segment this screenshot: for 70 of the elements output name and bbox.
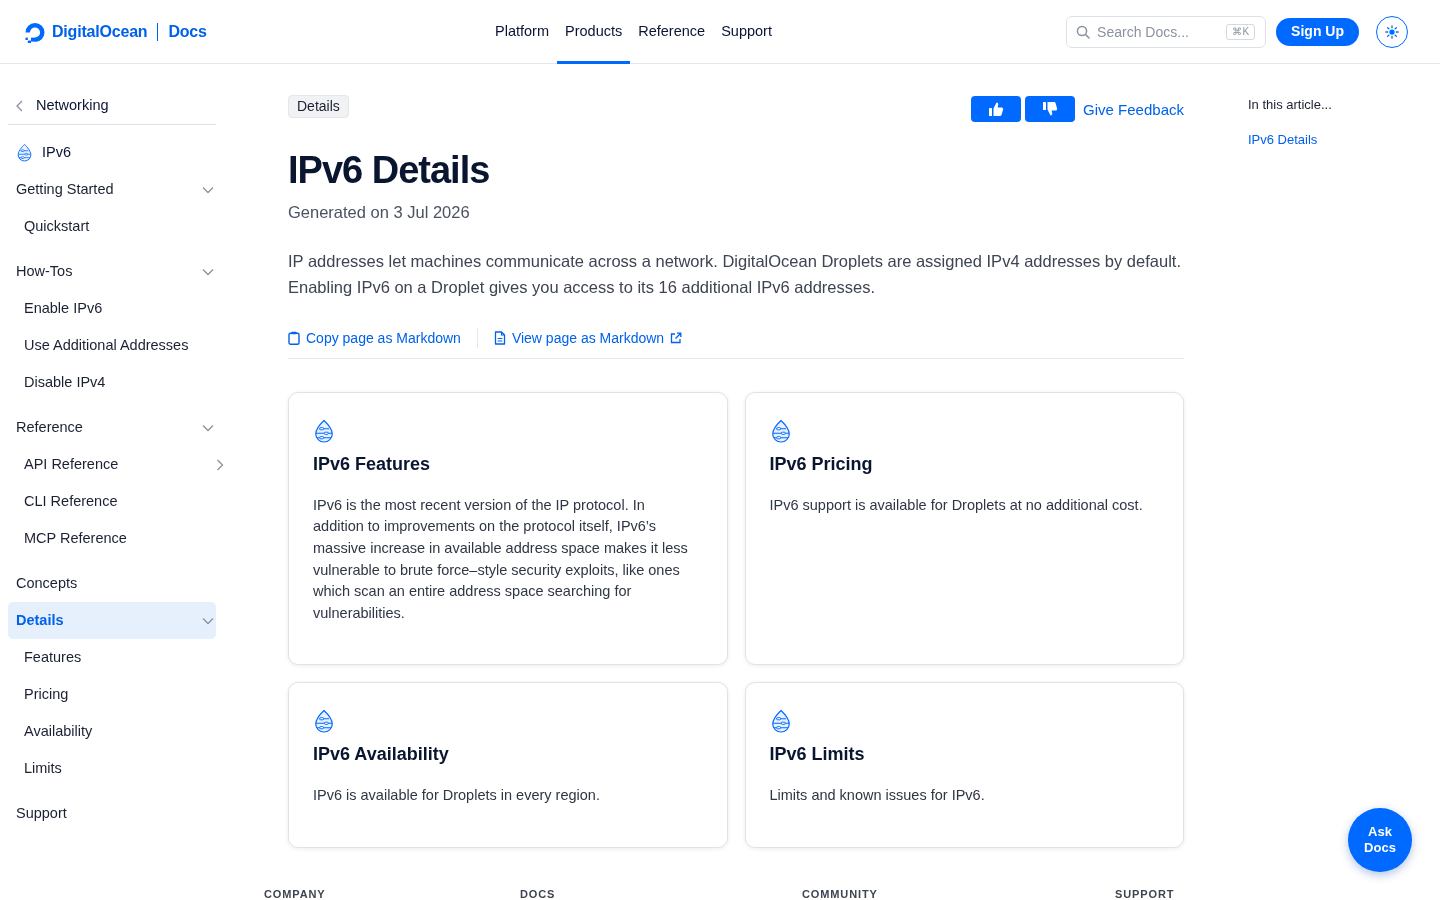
sidebar-item[interactable]: Pricing [8,676,228,713]
nav-tab[interactable]: Platform [487,0,557,64]
search-icon [1076,24,1091,39]
generated-date: Generated on 3 Jul 2026 [288,202,471,223]
thumbs-down-button[interactable] [1025,96,1076,122]
droplet-icon [313,709,335,734]
nav-tab[interactable]: Reference [630,0,714,64]
sidebar-item[interactable]: Concepts [8,565,216,602]
card-title: IPv6 Availability [313,743,450,767]
ask-docs-button[interactable]: Ask Docs [1348,808,1412,872]
thumbs-up-icon [988,101,1005,117]
footer-heading: COMPANY [264,888,326,900]
card-title: IPv6 Features [313,452,432,476]
intro-link[interactable]: IP addresses [288,252,384,270]
topic-card[interactable] [288,392,728,666]
feedback-link[interactable]: Give Feedback [1083,99,1184,122]
sidebar-item[interactable]: Support [8,795,216,832]
thumbs-up-button[interactable] [971,96,1022,122]
card-title: IPv6 Pricing [769,452,874,476]
card-text: IPv6 is the most recent version of the IP protocol. In addition to improvements on the protocol itself, IPv6’s massive increase in available address space makes it less vulnerable to brute force–style security exploits, like ones which scan an entire address space searching for vulnerabilities. [313,495,689,623]
card-text: Limits and known issues for IPv6. [769,786,986,806]
sidebar-item[interactable]: Availability [8,713,228,750]
topic-card[interactable]: IPv6 Availability IPv6 is available for Droplets in every region. [288,682,728,848]
sidebar-item[interactable]: CLI Reference [8,483,228,520]
brand-name[interactable]: DigitalOcean [52,19,148,44]
card-title: IPv6 Limits [769,743,866,767]
droplet-icon [769,418,792,443]
intro-paragraph: IP addresses let machines communicate across a network. DigitalOcean Droplets are assigned IPv4 addresses by default. Enabling IPv6 on a Droplet gives you access to its 16 additional IPv6 addresses. [288,251,1182,298]
nav-tab[interactable]: Products [557,0,631,64]
topic-card[interactable]: IPv6 Pricing IPv6 support is available for Droplets at no additional cost. [744,392,1184,666]
back-link[interactable]: Networking [8,88,216,125]
page-action-link[interactable]: View page as Markdown [476,328,683,348]
sidebar-item[interactable]: Details [8,602,216,639]
docs-link[interactable]: Docs [168,19,207,44]
nav-tab[interactable]: Support [713,0,780,64]
footer-heading: COMMUNITY [802,888,878,900]
theme-toggle-button[interactable] [1376,15,1408,48]
sidebar-item[interactable]: How-Tos [8,253,216,290]
sidebar-item[interactable]: Reference [8,409,216,446]
sidebar-item[interactable]: Getting Started [8,171,216,208]
section-tag: Details [288,95,349,118]
product-link[interactable]: IPv6 [8,134,216,171]
sign-up-button[interactable]: Sign Up [1276,17,1359,46]
sidebar-item[interactable]: Features [8,639,228,676]
sidebar-item[interactable]: MCP Reference [8,520,228,557]
footer-heading: DOCS [520,888,556,900]
page-action-link[interactable]: Copy page as Markdown [288,328,461,348]
sidebar-item[interactable]: Enable IPv6 [8,290,228,327]
sidebar-item[interactable]: Limits [8,750,228,787]
document-icon [493,331,506,345]
droplet-icon [16,143,33,162]
sidebar-item[interactable]: Quickstart [8,208,228,245]
card-text: IPv6 support is available for Droplets at no additional cost. [769,495,1144,515]
topic-card[interactable]: IPv6 Limits Limits and known issues for IPv6. [744,682,1184,848]
card-text: IPv6 is available for Droplets in every region. [313,786,601,806]
droplet-icon [769,709,792,734]
toc-heading: In this article... [1248,96,1333,114]
droplet-icon [313,418,335,443]
clipboard-icon [288,331,300,345]
sidebar-item[interactable]: Use Additional Addresses [8,327,228,364]
sidebar-item[interactable]: API Reference [8,446,228,483]
external-link-icon [670,332,683,344]
thumbs-down-icon [1042,101,1059,117]
page-title: IPv6 Details [288,148,491,193]
sidebar-item[interactable]: Disable IPv4 [8,364,228,401]
sun-icon [1385,24,1399,39]
footer-heading: SUPPORT [1115,888,1175,900]
toc-link[interactable]: IPv6 Details [1248,131,1318,149]
chevron-left-icon [16,100,23,112]
logo-icon [24,20,46,43]
